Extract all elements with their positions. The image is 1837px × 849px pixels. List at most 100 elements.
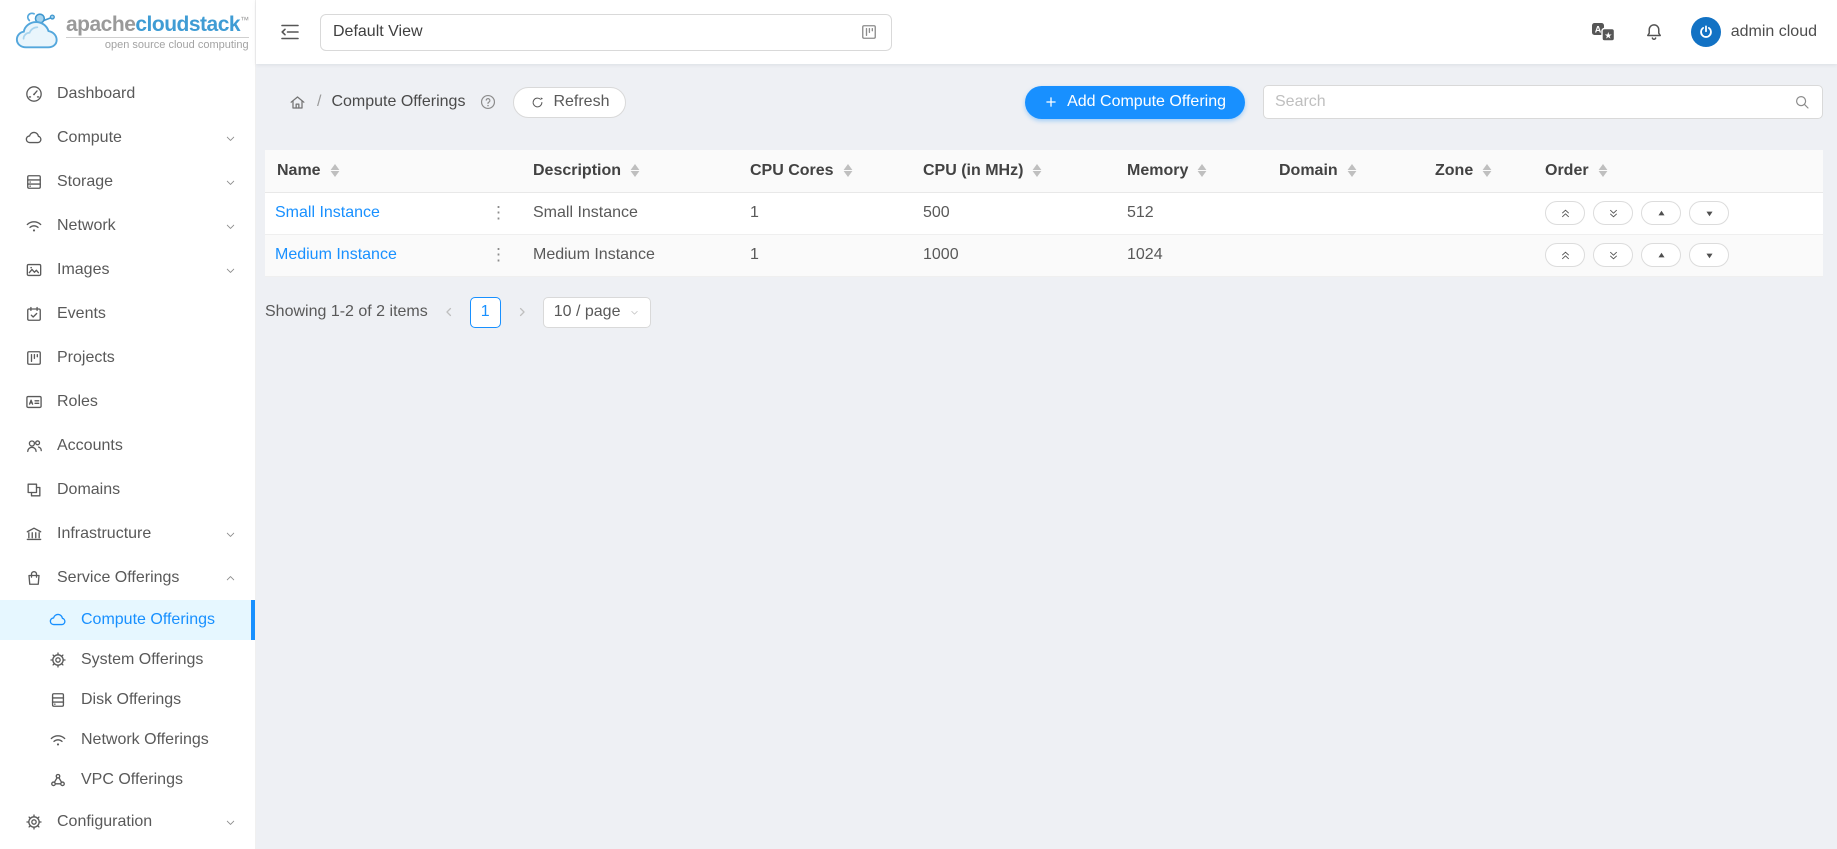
- column-header-zone[interactable]: Zone: [1423, 150, 1533, 192]
- move-to-top-button[interactable]: [1545, 243, 1585, 267]
- column-header-name[interactable]: Name: [265, 150, 521, 192]
- sidebar-item-label: Events: [57, 305, 237, 323]
- cell-description: Small Instance: [521, 192, 738, 234]
- search-icon[interactable]: [1793, 93, 1811, 111]
- cell-memory: 1024: [1115, 234, 1267, 276]
- sidebar-item-compute-offerings[interactable]: Compute Offerings: [0, 600, 255, 640]
- sidebar-item-projects[interactable]: Projects: [0, 336, 255, 380]
- prev-page-icon[interactable]: [442, 305, 456, 319]
- sidebar-item-images[interactable]: Images: [0, 248, 255, 292]
- column-header-cpu-cores[interactable]: CPU Cores: [738, 150, 911, 192]
- column-header-cpu-mhz[interactable]: CPU (in MHz): [911, 150, 1115, 192]
- breadcrumb-separator: /: [317, 93, 321, 111]
- sidebar-item-network[interactable]: Network: [0, 204, 255, 248]
- sidebar-item-storage[interactable]: Storage: [0, 160, 255, 204]
- sidebar-item-label: Network: [57, 217, 211, 235]
- idcard-icon: [24, 392, 44, 412]
- move-down-button[interactable]: [1689, 201, 1729, 225]
- main-area: Default View A ★ admin cloud: [256, 0, 1837, 849]
- reload-icon: [530, 95, 545, 110]
- cell-memory: 512: [1115, 192, 1267, 234]
- page-size-value: 10 / page: [554, 303, 621, 321]
- sidebar-item-label: Configuration: [57, 813, 211, 831]
- move-up-button[interactable]: [1641, 201, 1681, 225]
- sidebar-item-vpc-offerings[interactable]: VPC Offerings: [0, 760, 255, 800]
- cell-domain: [1267, 234, 1423, 276]
- order-controls: [1545, 201, 1811, 225]
- sidebar-item-label: System Offerings: [81, 651, 237, 669]
- sidebar-item-label: Dashboard: [57, 85, 237, 103]
- sidebar-item-system-offerings[interactable]: System Offerings: [0, 640, 255, 680]
- sidebar-item-label: Roles: [57, 393, 237, 411]
- column-header-domain[interactable]: Domain: [1267, 150, 1423, 192]
- cell-cpu-mhz: 1000: [911, 234, 1115, 276]
- cell-cpu-cores: 1: [738, 234, 911, 276]
- offering-name-link[interactable]: Small Instance: [275, 204, 380, 222]
- page-number-button[interactable]: 1: [470, 297, 501, 328]
- cloudstack-mascot-icon: [14, 9, 60, 55]
- sidebar-item-service-offerings[interactable]: Service Offerings: [0, 556, 255, 600]
- table-row: Medium Instance ⋮ Medium Instance 1 1000…: [265, 234, 1823, 276]
- page-header-row: / Compute Offerings Refresh Add Compute …: [265, 80, 1823, 124]
- move-to-bottom-button[interactable]: [1593, 201, 1633, 225]
- menu-fold-icon[interactable]: [278, 20, 302, 44]
- table-header-row: Name Description CPU Cores CPU (in MHz) …: [265, 150, 1823, 192]
- row-actions-icon[interactable]: ⋮: [486, 203, 511, 223]
- cell-zone: [1423, 234, 1533, 276]
- sidebar-item-infrastructure[interactable]: Infrastructure: [0, 512, 255, 556]
- page-size-select[interactable]: 10 / page: [543, 297, 652, 328]
- images-icon: [24, 260, 44, 280]
- sidebar-item-accounts[interactable]: Accounts: [0, 424, 255, 468]
- top-header: Default View A ★ admin cloud: [256, 0, 1837, 64]
- add-button-label: Add Compute Offering: [1067, 93, 1226, 111]
- shopping-bag-icon: [24, 568, 44, 588]
- bell-icon[interactable]: [1643, 21, 1665, 43]
- offering-name-link[interactable]: Medium Instance: [275, 246, 397, 264]
- search-box: [1263, 85, 1823, 119]
- chevron-down-icon: [224, 176, 237, 189]
- cell-cpu-mhz: 500: [911, 192, 1115, 234]
- sidebar-item-label: Storage: [57, 173, 211, 191]
- bank-icon: [24, 524, 44, 544]
- chevron-down-icon: [224, 264, 237, 277]
- home-icon[interactable]: [288, 93, 307, 112]
- sidebar-item-domains[interactable]: Domains: [0, 468, 255, 512]
- move-to-bottom-button[interactable]: [1593, 243, 1633, 267]
- row-actions-icon[interactable]: ⋮: [486, 245, 511, 265]
- move-up-button[interactable]: [1641, 243, 1681, 267]
- view-selector[interactable]: Default View: [320, 14, 892, 51]
- svg-text:★: ★: [1604, 30, 1612, 40]
- search-input[interactable]: [1275, 93, 1793, 111]
- cloud-icon: [24, 128, 44, 148]
- move-to-top-button[interactable]: [1545, 201, 1585, 225]
- sidebar-item-compute[interactable]: Compute: [0, 116, 255, 160]
- sidebar-item-dashboard[interactable]: Dashboard: [0, 72, 255, 116]
- header-actions: A ★ admin cloud: [1591, 17, 1817, 47]
- cell-cpu-cores: 1: [738, 192, 911, 234]
- sidebar-item-label: Service Offerings: [57, 569, 211, 587]
- sidebar-item-disk-offerings[interactable]: Disk Offerings: [0, 680, 255, 720]
- next-page-icon[interactable]: [515, 305, 529, 319]
- disk-icon: [48, 690, 68, 710]
- column-header-description[interactable]: Description: [521, 150, 738, 192]
- sidebar-item-network-offerings[interactable]: Network Offerings: [0, 720, 255, 760]
- user-menu[interactable]: admin cloud: [1691, 17, 1817, 47]
- sidebar-item-label: Disk Offerings: [81, 691, 237, 709]
- cell-description: Medium Instance: [521, 234, 738, 276]
- svg-text:A: A: [1594, 25, 1601, 35]
- translate-icon[interactable]: A ★: [1591, 21, 1617, 43]
- cell-domain: [1267, 192, 1423, 234]
- column-header-order[interactable]: Order: [1533, 150, 1823, 192]
- cloudstack-logo[interactable]: apachecloudstack™ open source cloud comp…: [0, 0, 255, 64]
- move-down-button[interactable]: [1689, 243, 1729, 267]
- sidebar-item-roles[interactable]: Roles: [0, 380, 255, 424]
- sidebar-item-label: Accounts: [57, 437, 237, 455]
- refresh-button[interactable]: Refresh: [513, 87, 626, 118]
- add-compute-offering-button[interactable]: Add Compute Offering: [1025, 86, 1245, 119]
- help-circle-icon[interactable]: [479, 93, 497, 111]
- sort-icon: [1197, 164, 1207, 177]
- sidebar-item-events[interactable]: Events: [0, 292, 255, 336]
- sidebar-item-configuration[interactable]: Configuration: [0, 800, 255, 844]
- sort-icon: [843, 164, 853, 177]
- column-header-memory[interactable]: Memory: [1115, 150, 1267, 192]
